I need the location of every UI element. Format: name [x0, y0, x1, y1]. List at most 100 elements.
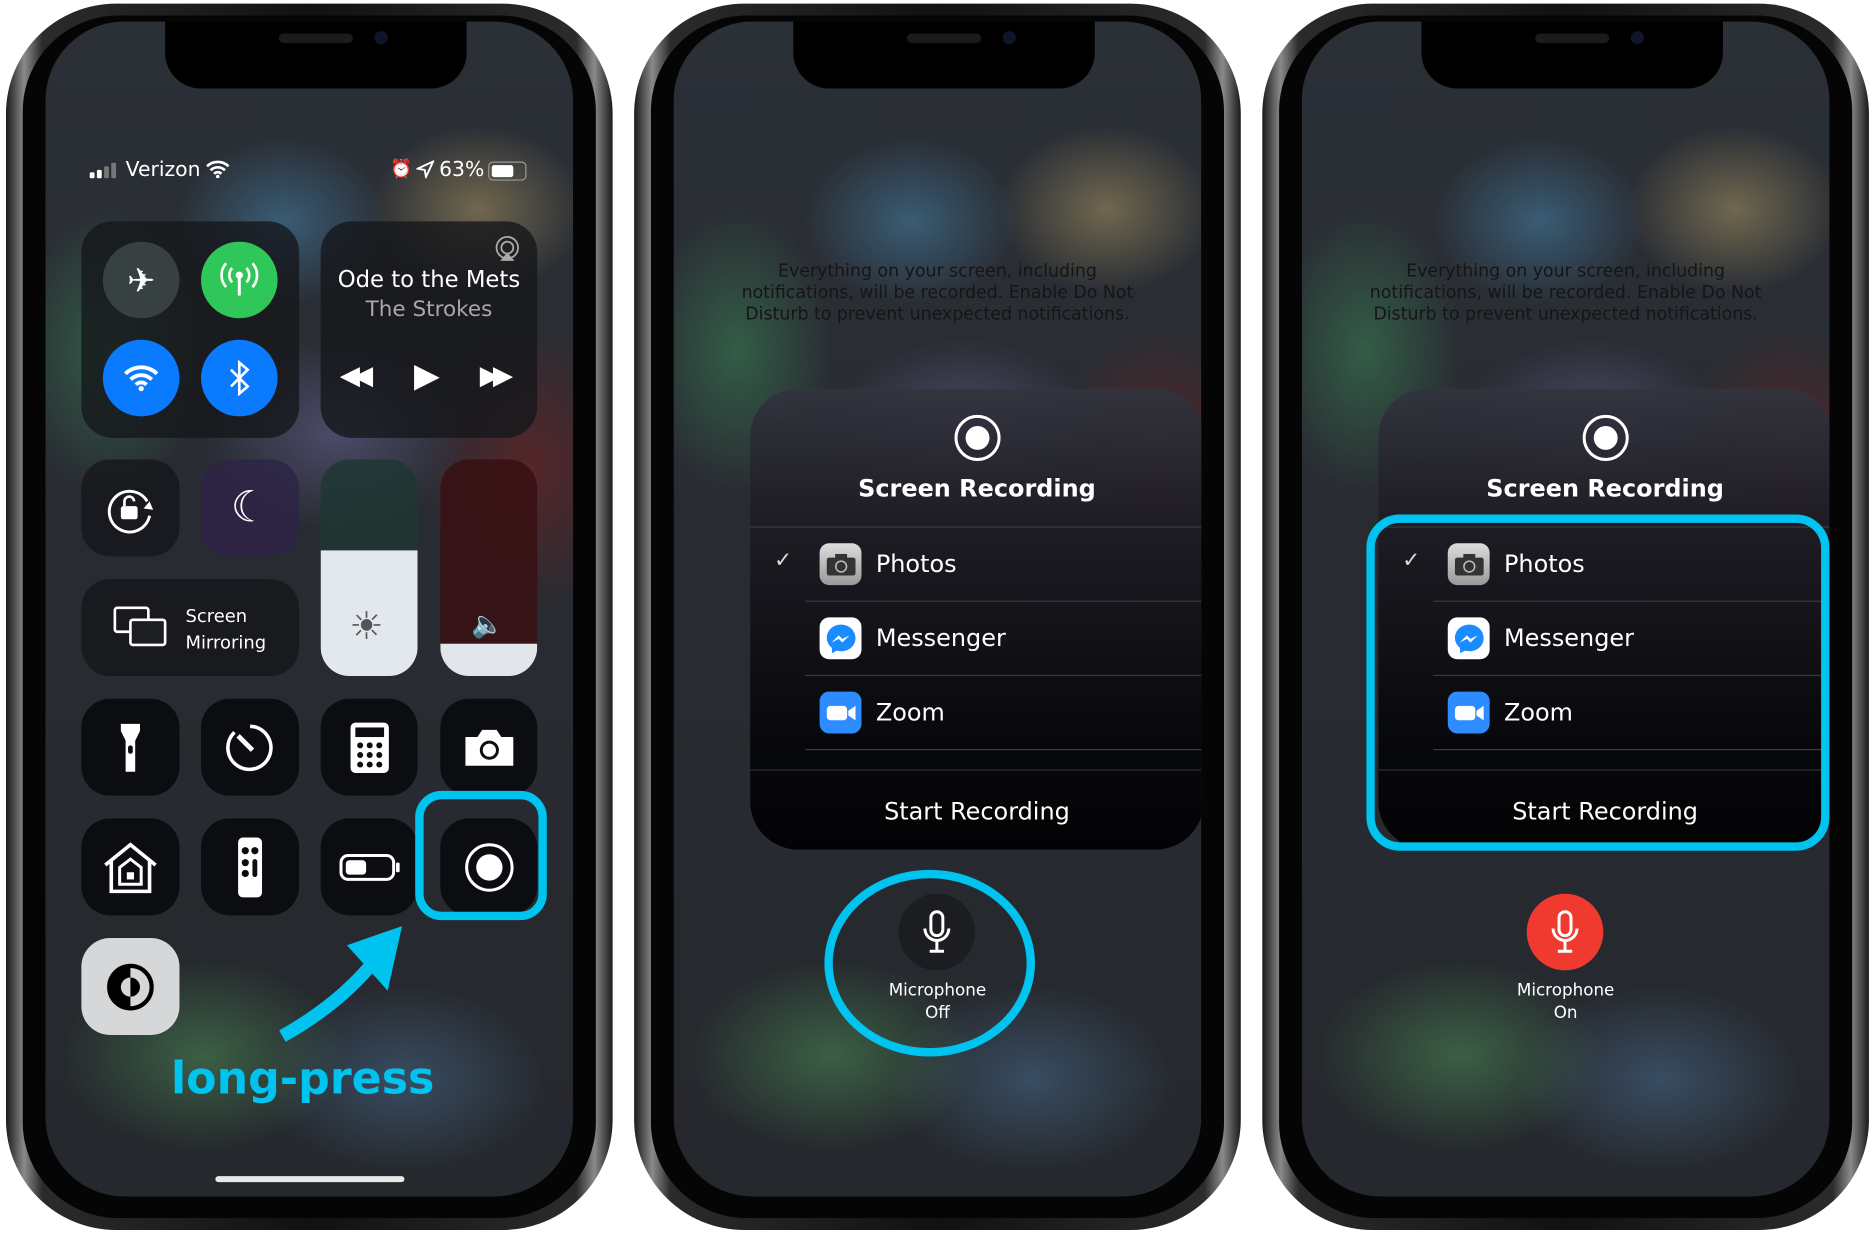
notch — [1421, 21, 1723, 89]
record-icon — [954, 414, 1001, 461]
screen: Everything on your screen, including noti… — [1301, 21, 1830, 1197]
label-line-2: Mirroring — [185, 631, 267, 654]
messenger-app-icon — [819, 617, 862, 660]
airplane-icon: ✈ — [127, 260, 156, 300]
brightness-slider[interactable]: ☀ — [320, 459, 418, 677]
highlight-outline — [1366, 514, 1830, 851]
app-label: Messenger — [875, 623, 1006, 653]
highlight-outline — [824, 869, 1035, 1057]
panel-title: Screen Recording — [1486, 473, 1724, 503]
now-playing-module[interactable]: Ode to the Mets The Strokes ◀◀ ▶ ▶▶ — [320, 221, 538, 438]
app-label: Zoom — [875, 697, 945, 727]
flashlight-button[interactable] — [81, 698, 180, 796]
highlight-box — [415, 790, 547, 921]
phone-screen-recording: Everything on your screen, including noti… — [634, 3, 1241, 1231]
home-button[interactable] — [81, 818, 180, 916]
battery-toggle-icon — [338, 853, 400, 881]
phone-screen-recording: Everything on your screen, including noti… — [1262, 3, 1869, 1231]
volume-fill — [440, 643, 538, 677]
do-not-disturb-button[interactable]: ☾ — [201, 459, 300, 557]
calculator-icon — [349, 722, 389, 773]
home-indicator[interactable] — [215, 1176, 405, 1183]
wifi-toggle[interactable] — [102, 339, 180, 417]
orientation-lock-button[interactable] — [81, 459, 180, 557]
rewind-button[interactable]: ◀◀ — [340, 361, 373, 391]
rotation-lock-icon — [107, 489, 154, 533]
airplane-mode-toggle[interactable]: ✈ — [102, 241, 180, 319]
microphone-status: Microphone On — [1302, 980, 1830, 1025]
notice-line: notifications, will be recorded. Enable … — [1369, 283, 1762, 303]
app-label: Photos — [875, 549, 957, 578]
screen-recording-panel: Screen Recording ✓ Photos Messenger Zoom… — [750, 388, 1202, 850]
timer-icon — [226, 723, 273, 771]
moon-icon: ☾ — [230, 483, 270, 533]
app-row-photos[interactable]: ✓ Photos — [750, 528, 1201, 602]
recording-notice: Everything on your screen, including noti… — [1302, 261, 1830, 326]
calculator-button[interactable] — [320, 698, 418, 796]
home-icon — [104, 841, 157, 893]
speaker-icon: 🔈 — [471, 610, 505, 641]
low-power-mode-button[interactable] — [320, 818, 418, 916]
screen: Everything on your screen, including noti… — [673, 21, 1202, 1197]
microphone-toggle[interactable] — [1526, 893, 1604, 971]
bluetooth-toggle[interactable] — [201, 339, 278, 417]
volume-slider[interactable]: 🔈 — [440, 459, 538, 677]
stage: Verizon ⏰ 63% ✈ Ode to the Mets The Stro… — [0, 0, 1876, 1235]
apple-tv-remote-button[interactable] — [201, 818, 300, 916]
front-camera — [374, 31, 388, 45]
screen-mirroring-icon — [113, 606, 167, 647]
wifi-status-icon — [206, 160, 230, 179]
front-camera — [1002, 31, 1016, 45]
screen-mirroring-button[interactable]: Screen Mirroring — [81, 579, 300, 677]
screen-mirroring-label: Screen Mirroring — [185, 603, 266, 656]
divider — [805, 749, 1202, 751]
notch — [165, 21, 467, 89]
wifi-icon — [124, 365, 159, 392]
remote-icon — [238, 836, 263, 897]
divider — [750, 769, 1202, 771]
speaker — [1535, 33, 1610, 44]
speaker — [906, 33, 982, 44]
airplay-audio-icon[interactable] — [494, 236, 520, 262]
panel-title: Screen Recording — [858, 473, 1096, 503]
dark-mode-button[interactable] — [81, 938, 180, 1035]
microphone-label: Microphone — [1516, 981, 1615, 1001]
notice-line: Everything on your screen, including — [1406, 262, 1726, 282]
antenna-icon — [220, 262, 259, 296]
notice-line: Everything on your screen, including — [778, 262, 1097, 282]
battery-percent: 63% — [439, 157, 485, 182]
photos-camera-app-icon — [819, 543, 862, 586]
arrow-icon — [279, 926, 403, 1042]
fast-forward-button[interactable]: ▶▶ — [480, 361, 513, 391]
microphone-icon — [1551, 910, 1579, 953]
label-line-1: Screen — [185, 605, 248, 627]
notice-line: notifications, will be recorded. Enable … — [741, 283, 1134, 303]
artist-name: The Strokes — [365, 296, 493, 322]
sun-icon: ☀ — [349, 603, 384, 649]
zoom-app-icon — [819, 691, 862, 734]
timer-button[interactable] — [201, 698, 300, 796]
camera-icon — [464, 729, 513, 766]
cellular-toggle[interactable] — [201, 241, 278, 319]
app-row-messenger[interactable]: Messenger — [750, 602, 1201, 676]
front-camera — [1630, 31, 1644, 45]
carrier-label: Verizon — [125, 157, 201, 182]
appearance-icon — [107, 963, 154, 1010]
start-recording-button[interactable]: Start Recording — [750, 797, 1201, 826]
app-row-zoom[interactable]: Zoom — [750, 676, 1201, 750]
speaker — [278, 33, 353, 44]
screen: Verizon ⏰ 63% ✈ Ode to the Mets The Stro… — [45, 21, 574, 1197]
record-icon — [1582, 414, 1629, 461]
phone-control-center: Verizon ⏰ 63% ✈ Ode to the Mets The Stro… — [5, 3, 613, 1231]
camera-button[interactable] — [440, 698, 538, 796]
signal-icon — [89, 162, 117, 179]
battery-icon — [488, 161, 527, 181]
connectivity-module: ✈ — [81, 221, 300, 438]
notch — [793, 21, 1095, 89]
play-button[interactable]: ▶ — [414, 355, 440, 394]
location-icon — [416, 160, 435, 179]
long-press-label: long-press — [170, 1052, 435, 1105]
flashlight-icon — [120, 723, 140, 772]
bluetooth-icon — [229, 360, 250, 397]
alarm-icon: ⏰ — [390, 157, 413, 180]
